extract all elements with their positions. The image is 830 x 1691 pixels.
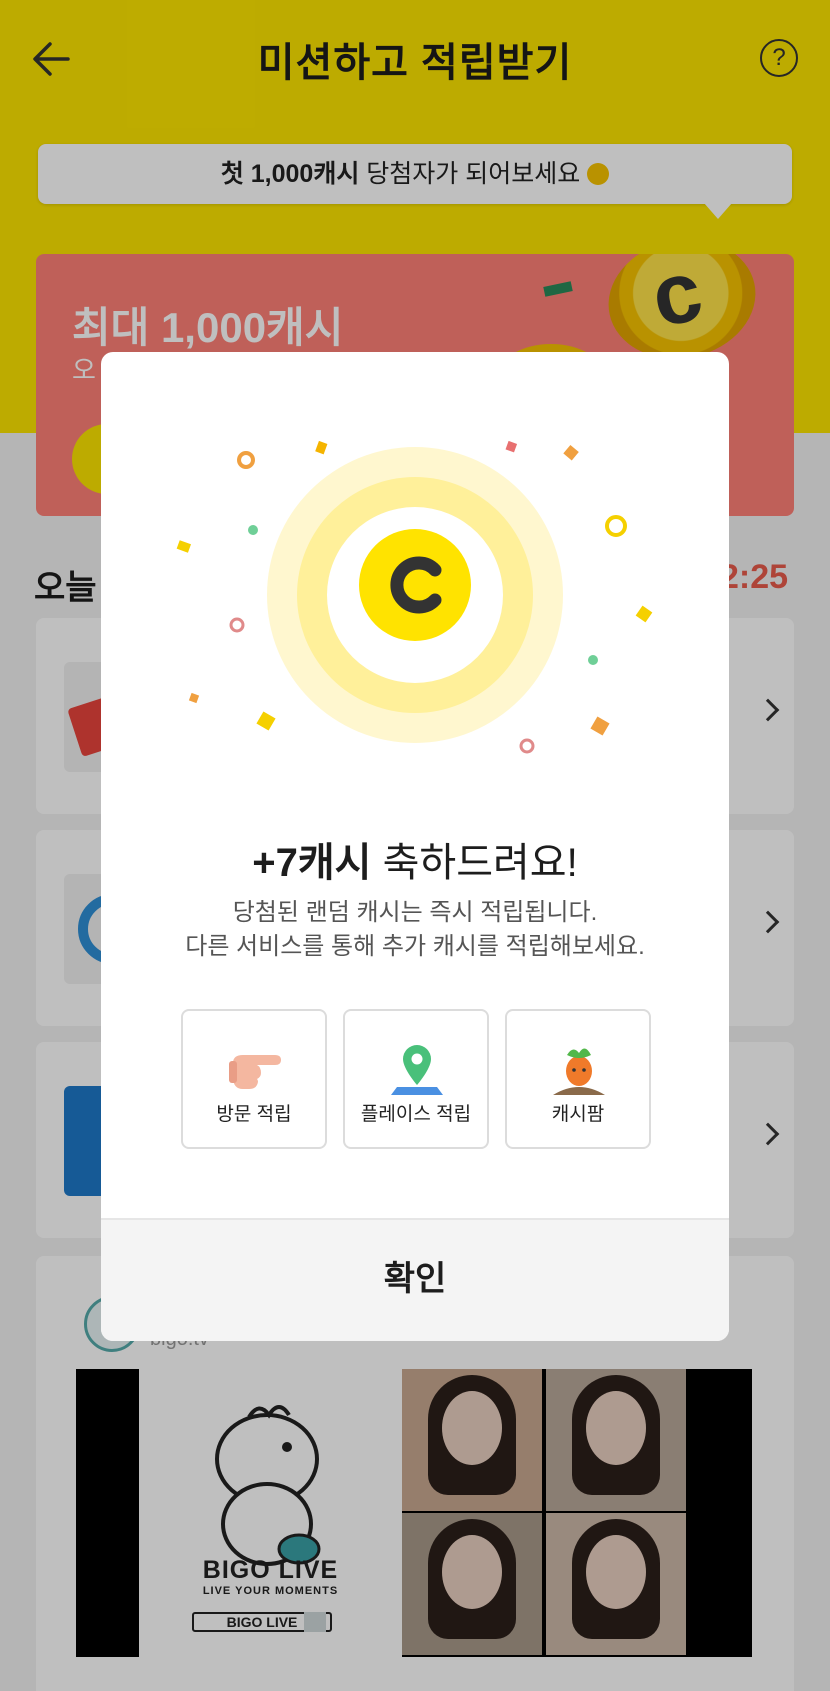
pointing-hand-icon <box>229 1055 281 1089</box>
option-label: 방문 적립 <box>216 1104 292 1125</box>
confirm-button[interactable]: 확인 <box>101 1218 729 1341</box>
option-place-reward[interactable]: 플레이스 적립 <box>343 1009 489 1149</box>
reward-title: +7캐시 축하드려요! <box>101 830 729 888</box>
option-visit-reward[interactable]: 방문 적립 <box>181 1009 327 1149</box>
option-label: 플레이스 적립 <box>360 1104 472 1125</box>
reward-dialog: +7캐시 축하드려요! 당첨된 랜덤 캐시는 즉시 적립됩니다. 다른 서비스를… <box>101 352 729 1341</box>
reward-message: 축하드려요! <box>371 841 578 885</box>
reward-amount: +7캐시 <box>252 841 372 885</box>
reward-description: 당첨된 랜덤 캐시는 즉시 적립됩니다. 다른 서비스를 통해 추가 캐시를 적… <box>101 896 729 964</box>
coin-celebration-illustration <box>176 440 653 754</box>
option-label: 캐시팜 <box>551 1104 605 1125</box>
description-line: 당첨된 랜덤 캐시는 즉시 적립됩니다. <box>232 899 598 926</box>
carrot-icon <box>553 1048 605 1095</box>
description-line: 다른 서비스를 통해 추가 캐시를 적립해보세요. <box>185 933 645 960</box>
option-cash-farm[interactable]: 캐시팜 <box>505 1009 651 1149</box>
map-pin-icon <box>391 1045 443 1095</box>
earn-options: 방문 적립 플레이스 적립 캐시팜 <box>181 1009 651 1149</box>
